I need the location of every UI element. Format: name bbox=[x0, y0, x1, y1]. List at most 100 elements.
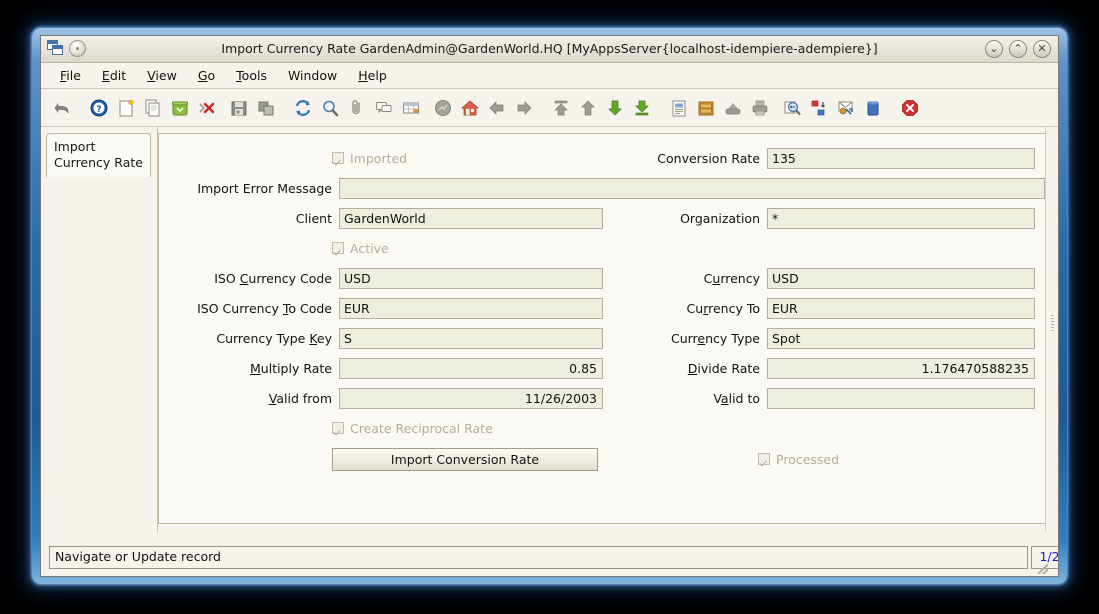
menu-item-view[interactable]: View bbox=[137, 65, 188, 86]
application-window: Import Currency Rate GardenAdmin@GardenW… bbox=[32, 28, 1067, 584]
currency-type-field[interactable]: Spot bbox=[767, 327, 1035, 349]
iso-currency-to-code-field[interactable]: EUR bbox=[339, 297, 603, 319]
menu-item-tools[interactable]: Tools bbox=[226, 65, 278, 86]
tab-label-line1: Import bbox=[54, 139, 96, 154]
form-row: ISO Currency Code USD Currency USD bbox=[159, 263, 1045, 293]
form-cell-currency: Currency USD bbox=[603, 267, 1043, 289]
iso-currency-code-label: ISO Currency Code bbox=[214, 270, 332, 286]
menu-item-help[interactable]: Help bbox=[348, 65, 398, 86]
previous-record-icon[interactable] bbox=[483, 94, 510, 122]
previous-page-icon[interactable] bbox=[574, 94, 601, 122]
multiply-rate-label: Multiply Rate bbox=[249, 360, 332, 376]
first-record-icon[interactable] bbox=[547, 94, 574, 122]
requests-icon[interactable] bbox=[832, 94, 859, 122]
record-form-panel: Imported Conversion Rate 135 Import Erro… bbox=[158, 133, 1045, 524]
form-cell-processed: Processed bbox=[603, 452, 1043, 467]
menu-item-go[interactable]: Go bbox=[188, 65, 226, 86]
form-row: Create Reciprocal Rate bbox=[159, 413, 1045, 443]
currency-to-field[interactable]: EUR bbox=[767, 297, 1035, 319]
window-inner: Import Currency Rate GardenAdmin@GardenW… bbox=[40, 35, 1059, 577]
menu-item-edit[interactable]: Edit bbox=[92, 65, 137, 86]
delete-record-icon[interactable] bbox=[166, 94, 193, 122]
help-icon[interactable]: ? bbox=[85, 94, 112, 122]
grid-toggle-icon[interactable] bbox=[397, 94, 424, 122]
copy-record-icon[interactable] bbox=[139, 94, 166, 122]
import-error-message-field[interactable] bbox=[339, 177, 1045, 199]
multiply-rate-field[interactable]: 0.85 bbox=[339, 357, 603, 379]
record-form: Imported Conversion Rate 135 Import Erro… bbox=[159, 134, 1045, 523]
checkbox-box-icon bbox=[758, 453, 770, 465]
form-cell-valid-from: Valid from 11/26/2003 bbox=[159, 387, 603, 409]
print-icon[interactable] bbox=[746, 94, 773, 122]
valid-from-label: Valid from bbox=[268, 390, 332, 406]
minimize-button[interactable]: ⌄ bbox=[985, 40, 1003, 58]
valid-from-field[interactable]: 11/26/2003 bbox=[339, 387, 603, 409]
delete-selection-icon[interactable] bbox=[193, 94, 220, 122]
form-scrollbar[interactable] bbox=[1045, 127, 1058, 532]
processed-checkbox[interactable]: Processed bbox=[758, 452, 839, 467]
history-icon[interactable] bbox=[429, 94, 456, 122]
divide-rate-label: Divide Rate bbox=[687, 360, 760, 376]
title-bar-controls: ⌄ ⌃ ✕ bbox=[985, 40, 1051, 58]
client-field[interactable]: GardenWorld bbox=[339, 207, 603, 229]
create-reciprocal-rate-label: Create Reciprocal Rate bbox=[350, 420, 493, 436]
import-conversion-rate-button[interactable]: Import Conversion Rate bbox=[332, 447, 598, 471]
form-row: Imported Conversion Rate 135 bbox=[159, 143, 1045, 173]
divide-rate-field[interactable]: 1.176470588235 bbox=[767, 357, 1035, 379]
imported-checkbox[interactable]: Imported bbox=[332, 151, 407, 166]
status-message: Navigate or Update record bbox=[49, 546, 1028, 569]
create-reciprocal-rate-checkbox[interactable]: Create Reciprocal Rate bbox=[332, 421, 493, 436]
resize-grip-icon[interactable] bbox=[1038, 564, 1048, 574]
form-cell-divide-rate: Divide Rate 1.176470588235 bbox=[603, 357, 1043, 379]
form-cell-active: Active bbox=[159, 241, 603, 256]
active-label: Active bbox=[350, 240, 389, 256]
last-record-icon[interactable] bbox=[628, 94, 655, 122]
active-workflow-icon[interactable] bbox=[805, 94, 832, 122]
iso-currency-to-code-label: ISO Currency To Code bbox=[197, 300, 332, 316]
save-and-create-icon[interactable] bbox=[252, 94, 279, 122]
menu-bar: File Edit View Go Tools Window Help bbox=[41, 63, 1058, 89]
next-page-icon[interactable] bbox=[601, 94, 628, 122]
organization-field[interactable]: * bbox=[767, 207, 1035, 229]
import-error-message-label: Import Error Message bbox=[197, 180, 332, 196]
zoom-across-icon[interactable] bbox=[778, 94, 805, 122]
close-button[interactable]: ✕ bbox=[1033, 40, 1051, 58]
next-record-icon[interactable] bbox=[510, 94, 537, 122]
form-cell-valid-to: Valid to bbox=[603, 387, 1043, 409]
tab-import-currency-rate[interactable]: Import Currency Rate bbox=[46, 133, 151, 177]
archive-icon[interactable] bbox=[692, 94, 719, 122]
new-record-icon[interactable] bbox=[112, 94, 139, 122]
exit-icon[interactable] bbox=[896, 94, 923, 122]
valid-to-field[interactable] bbox=[767, 387, 1035, 409]
scrollbar-thumb-grip-icon bbox=[1051, 315, 1054, 331]
menu-item-file[interactable]: File bbox=[50, 65, 92, 86]
maximize-button[interactable]: ⌃ bbox=[1009, 40, 1027, 58]
chat-icon[interactable] bbox=[370, 94, 397, 122]
currency-field[interactable]: USD bbox=[767, 267, 1035, 289]
attachment-icon[interactable] bbox=[343, 94, 370, 122]
report-icon[interactable] bbox=[665, 94, 692, 122]
currency-to-label: Currency To bbox=[686, 300, 760, 316]
menu-item-window[interactable]: Window bbox=[278, 65, 348, 86]
undo-icon[interactable] bbox=[48, 94, 75, 122]
currency-type-key-field[interactable]: S bbox=[339, 327, 603, 349]
currency-type-key-label: Currency Type Key bbox=[216, 330, 332, 346]
checkbox-box-icon bbox=[332, 242, 344, 254]
find-icon[interactable] bbox=[316, 94, 343, 122]
form-row: Multiply Rate 0.85 Divide Rate 1.1764705… bbox=[159, 353, 1045, 383]
product-info-icon[interactable] bbox=[859, 94, 886, 122]
tab-column: Import Currency Rate bbox=[41, 127, 158, 532]
refresh-icon[interactable] bbox=[289, 94, 316, 122]
form-cell-multiply-rate: Multiply Rate 0.85 bbox=[159, 357, 603, 379]
home-icon[interactable] bbox=[456, 94, 483, 122]
valid-to-label: Valid to bbox=[713, 390, 760, 406]
conversion-rate-field[interactable]: 135 bbox=[767, 147, 1035, 169]
form-row: Active bbox=[159, 233, 1045, 263]
iso-currency-code-field[interactable]: USD bbox=[339, 267, 603, 289]
active-checkbox[interactable]: Active bbox=[332, 241, 389, 256]
title-bar: Import Currency Rate GardenAdmin@GardenW… bbox=[41, 36, 1058, 63]
save-icon[interactable] bbox=[225, 94, 252, 122]
currency-label: Currency bbox=[703, 270, 760, 286]
processed-label: Processed bbox=[776, 451, 840, 467]
print-preview-icon[interactable] bbox=[719, 94, 746, 122]
